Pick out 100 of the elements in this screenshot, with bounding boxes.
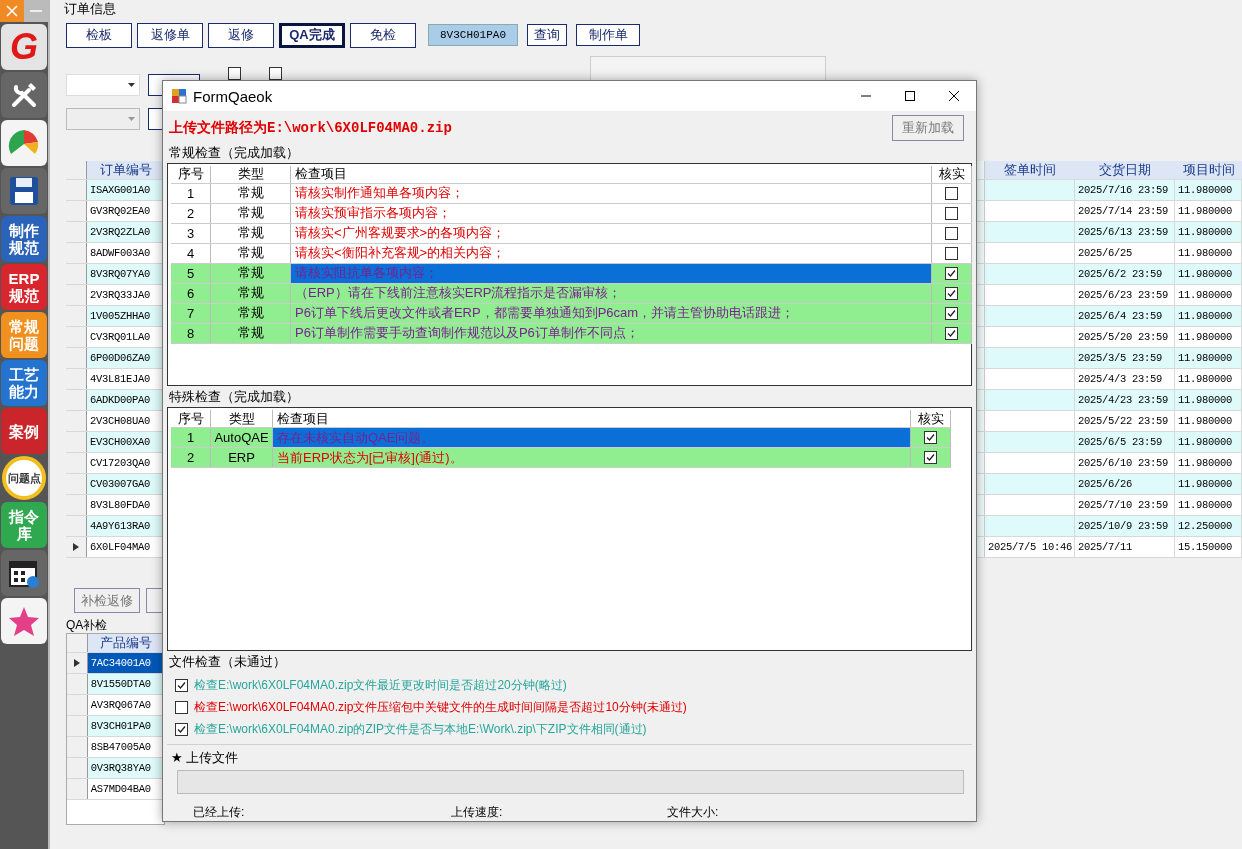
check-label: 检查E:\work\6X0LF04MA0.zip的ZIP文件是否与本地E:\Work\.zip\下ZIP文件相同(通过) bbox=[194, 721, 647, 739]
table-cell: 2025/6/5 23:59 bbox=[1075, 432, 1175, 452]
table-cell: 11.980000 bbox=[1175, 264, 1242, 284]
checkbox[interactable] bbox=[175, 679, 188, 693]
checkbox[interactable] bbox=[945, 326, 958, 340]
table-cell: 1V005ZHHA0 bbox=[87, 306, 164, 326]
table-cell: 请核实<衡阳补充客规>的相关内容； bbox=[291, 243, 932, 263]
column-header: 核实 bbox=[911, 410, 951, 428]
table-cell: 8 bbox=[171, 323, 211, 343]
table-cell: 2 bbox=[171, 203, 211, 223]
tools-button[interactable] bbox=[1, 72, 47, 118]
dropdown-field[interactable] bbox=[66, 74, 140, 96]
toolbar-button[interactable]: 返修单 bbox=[137, 22, 203, 48]
column-header: 检查项目 bbox=[291, 165, 932, 183]
minimize-button[interactable] bbox=[24, 0, 48, 22]
column-header: 签单时间 bbox=[1003, 161, 1057, 179]
close-button[interactable] bbox=[0, 0, 24, 22]
table-cell: 7 bbox=[171, 303, 211, 323]
table-cell: 2025/6/25 bbox=[1075, 243, 1175, 263]
nav-tile-button[interactable]: 案例 bbox=[1, 408, 47, 454]
toolbar-button[interactable]: 检板 bbox=[66, 22, 132, 48]
table-cell: 常规 bbox=[211, 183, 291, 203]
star-button[interactable] bbox=[1, 598, 47, 644]
table-cell: （ERP）请在下线前注意核实ERP流程指示是否漏审核； bbox=[291, 283, 932, 303]
table-cell: 11.980000 bbox=[1175, 432, 1242, 452]
table-cell: 11.980000 bbox=[1175, 243, 1242, 263]
checkbox[interactable] bbox=[945, 266, 958, 280]
dropdown-caret-icon bbox=[128, 83, 135, 87]
table-cell: 2025/6/4 23:59 bbox=[1075, 306, 1175, 326]
maximize-icon bbox=[905, 91, 915, 101]
reload-button[interactable]: 重新加载 bbox=[892, 114, 964, 141]
table-cell: 常规 bbox=[211, 283, 291, 303]
column-header: 序号 bbox=[171, 410, 211, 428]
table-cell: 请核实<广州客规要求>的各项内容； bbox=[291, 223, 932, 243]
table-cell: 2025/7/5 10:46 bbox=[985, 537, 1075, 557]
table-cell: 请核实制作通知单各项内容； bbox=[291, 183, 932, 203]
dropdown-caret-icon bbox=[128, 117, 135, 121]
nav-tile-button[interactable]: 工艺能力 bbox=[1, 360, 47, 406]
table-cell: 11.980000 bbox=[1175, 201, 1242, 221]
row-header[interactable] bbox=[67, 653, 88, 673]
minimize-icon bbox=[30, 9, 42, 13]
checkbox[interactable] bbox=[175, 701, 188, 715]
checkbox[interactable] bbox=[945, 246, 958, 260]
table-cell: 8V3RQ07YA0 bbox=[87, 264, 164, 284]
toolbar-button[interactable]: 返修 bbox=[208, 22, 274, 48]
table-cell: 2025/7/16 23:59 bbox=[1075, 180, 1175, 200]
chart-button[interactable] bbox=[1, 120, 47, 166]
table-cell: 3 bbox=[171, 223, 211, 243]
calendar-button[interactable] bbox=[1, 550, 47, 596]
table-cell: 常规 bbox=[211, 303, 291, 323]
checkbox[interactable] bbox=[924, 431, 937, 445]
table-cell: 2025/4/23 23:59 bbox=[1075, 390, 1175, 410]
checkbox[interactable] bbox=[228, 67, 241, 80]
nav-tile-button[interactable]: 制作规范 bbox=[1, 216, 47, 262]
stat-label: 文件大小: bbox=[667, 804, 719, 821]
checkbox[interactable] bbox=[945, 206, 958, 220]
order-number-field[interactable]: 8V3CH01PA0 bbox=[428, 24, 518, 46]
checkbox[interactable] bbox=[175, 723, 188, 737]
nav-tile-button[interactable]: ERP规范 bbox=[1, 264, 47, 310]
table-cell: 2025/6/10 23:59 bbox=[1075, 453, 1175, 473]
table-cell: 1 bbox=[171, 183, 211, 203]
logo-button[interactable]: G bbox=[1, 24, 47, 70]
table-cell: 当前ERP状态为[已审核](通过)。 bbox=[273, 448, 911, 468]
table-cell: 4A9Y613RA0 bbox=[87, 516, 164, 536]
table-cell: 2V3RQ2ZLA0 bbox=[87, 222, 164, 242]
table-cell: 8V1550DTA0 bbox=[87, 674, 164, 694]
close-icon bbox=[949, 91, 959, 101]
checkbox[interactable] bbox=[924, 451, 937, 465]
row-header[interactable] bbox=[66, 537, 87, 557]
close-icon bbox=[6, 5, 18, 17]
checkbox[interactable] bbox=[945, 186, 958, 200]
table-cell: 8V3CH01PA0 bbox=[87, 716, 164, 736]
dropdown-field[interactable] bbox=[66, 108, 140, 130]
table-cell: 2025/6/2 23:59 bbox=[1075, 264, 1175, 284]
recheck-repair-button[interactable]: 补检返修 bbox=[74, 588, 140, 613]
table-cell: 2025/6/13 23:59 bbox=[1075, 222, 1175, 242]
make-order-button[interactable]: 制作单 bbox=[576, 24, 640, 46]
table-cell: 1 bbox=[171, 428, 211, 448]
table-cell: 6P00D06ZA0 bbox=[87, 348, 164, 368]
checkbox[interactable] bbox=[269, 67, 282, 80]
column-header: 序号 bbox=[171, 165, 211, 183]
toolbar-button[interactable]: QA完成 bbox=[279, 22, 345, 48]
checkbox[interactable] bbox=[945, 226, 958, 240]
table-cell: 11.980000 bbox=[1175, 306, 1242, 326]
query-button[interactable]: 查询 bbox=[527, 24, 567, 46]
stat-label: 已经上传: bbox=[193, 804, 246, 821]
checkbox[interactable] bbox=[945, 306, 958, 320]
table-cell: ERP bbox=[211, 448, 273, 468]
toolbar-button[interactable]: 免检 bbox=[350, 22, 416, 48]
table-cell: 2025/5/20 23:59 bbox=[1075, 327, 1175, 347]
table-cell: 11.980000 bbox=[1175, 495, 1242, 515]
save-button[interactable] bbox=[1, 168, 47, 214]
group-title: QA补检 bbox=[66, 617, 109, 633]
upload-path-text: 上传文件路径为E:\work\6X0LF04MA0.zip bbox=[169, 118, 452, 137]
table-cell: 2025/7/11 bbox=[1075, 537, 1175, 557]
checkbox[interactable] bbox=[945, 286, 958, 300]
issues-button[interactable]: 问题点 bbox=[2, 456, 46, 500]
table-cell: 存在未核实自动QAE问题。 bbox=[273, 428, 911, 448]
column-header: 产品编号 bbox=[98, 634, 153, 652]
table-cell: 15.150000 bbox=[1175, 537, 1242, 557]
